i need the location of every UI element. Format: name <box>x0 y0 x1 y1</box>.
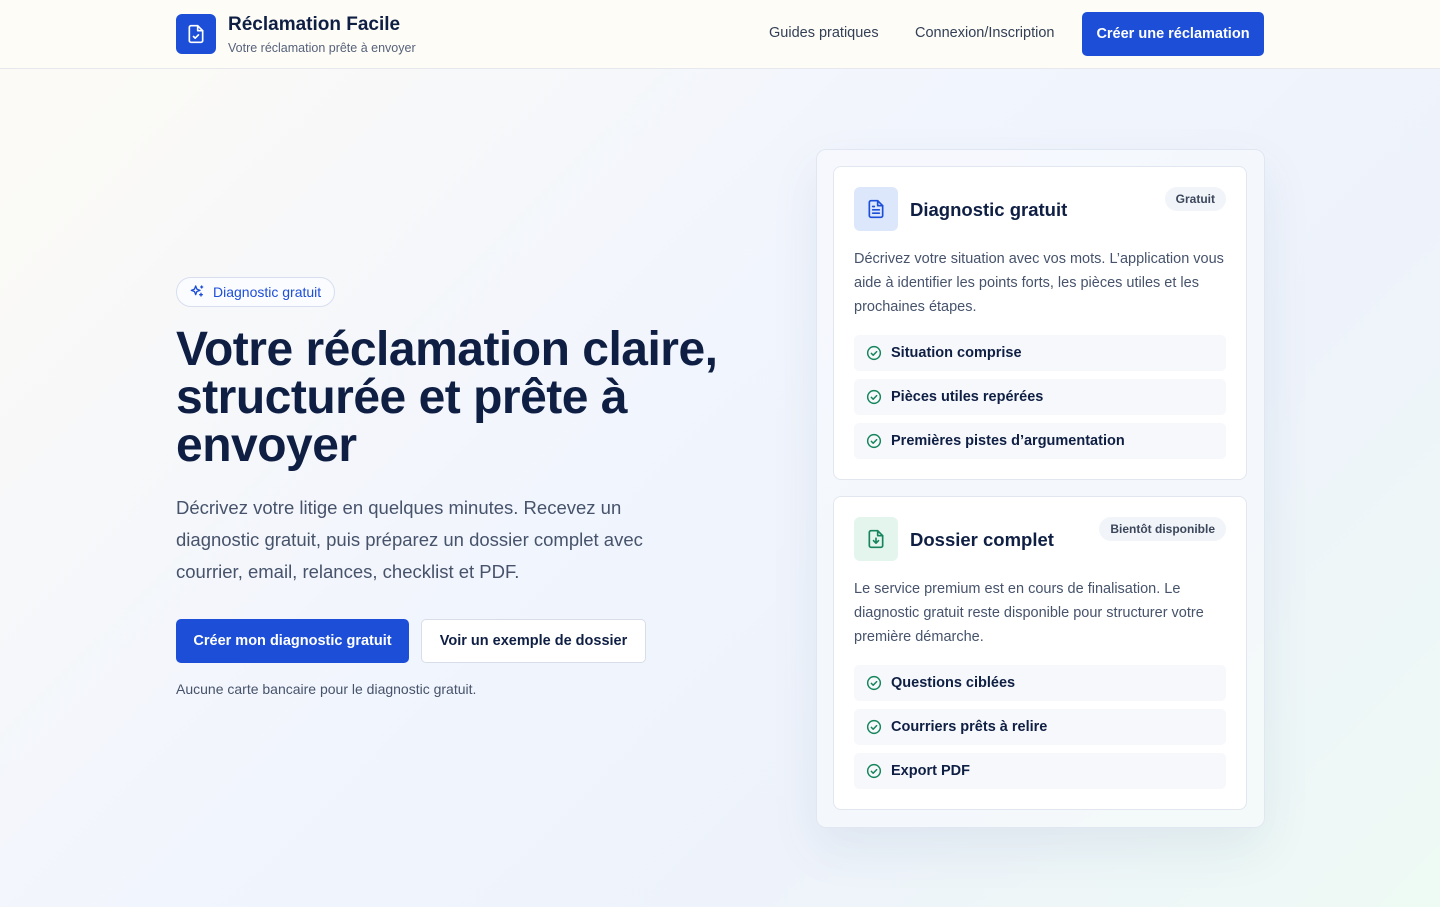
no-card-note: Aucune carte bancaire pour le diagnostic… <box>176 681 477 697</box>
card-icon-box <box>854 517 898 561</box>
list-item: Export PDF <box>854 753 1226 789</box>
check-list: Situation comprise Pièces utiles repérée… <box>854 335 1226 467</box>
hero-title: Votre réclamation claire, structurée et … <box>176 323 718 472</box>
status-badge: Bientôt disponible <box>1099 517 1226 541</box>
list-item: Premières pistes d’argumentation <box>854 423 1226 459</box>
nav-guides-link[interactable]: Guides pratiques <box>769 25 879 41</box>
card-icon-box <box>854 187 898 231</box>
create-diagnostic-button[interactable]: Créer mon diagnostic gratuit <box>176 619 409 663</box>
check-circle-icon <box>866 763 882 779</box>
list-item: Situation comprise <box>854 335 1226 371</box>
check-circle-icon <box>866 719 882 735</box>
check-circle-icon <box>866 389 882 405</box>
view-example-button[interactable]: Voir un exemple de dossier <box>421 619 646 663</box>
card-title: Dossier complet <box>910 529 1054 550</box>
status-badge: Gratuit <box>1164 187 1226 211</box>
list-item: Pièces utiles repérées <box>854 379 1226 415</box>
list-item-label: Export PDF <box>891 763 970 779</box>
brand-title[interactable]: Réclamation Facile <box>228 14 400 36</box>
hero-description: Décrivez votre litige en quelques minute… <box>176 497 643 582</box>
list-item-label: Pièces utiles repérées <box>891 389 1044 405</box>
list-item-label: Courriers prêts à relire <box>891 719 1048 735</box>
brand-subtitle: Votre réclamation prête à envoyer <box>228 41 416 55</box>
create-claim-button[interactable]: Créer une réclamation <box>1082 12 1264 56</box>
card-title: Diagnostic gratuit <box>910 199 1068 220</box>
logo[interactable] <box>176 14 216 54</box>
document-check-icon <box>188 24 204 44</box>
card-description: Le service premium est en cours de final… <box>854 581 1204 645</box>
free-diagnostic-pill: Diagnostic gratuit <box>176 277 336 307</box>
list-item-label: Premières pistes d’argumentation <box>891 433 1125 449</box>
list-item-label: Situation comprise <box>891 345 1022 361</box>
check-circle-icon <box>866 433 882 449</box>
complete-file-card: Dossier complet Bientôt disponible Le se… <box>833 496 1247 810</box>
sparkles-icon <box>190 285 204 297</box>
list-item-label: Questions ciblées <box>891 675 1016 691</box>
list-item: Questions ciblées <box>854 665 1226 701</box>
list-item: Courriers prêts à relire <box>854 709 1226 745</box>
check-circle-icon <box>866 345 882 361</box>
check-list: Questions ciblées Courriers prêts à reli… <box>854 665 1226 797</box>
file-download-icon <box>868 529 884 549</box>
top-header: Réclamation Facile Votre réclamation prê… <box>0 0 1440 69</box>
check-circle-icon <box>866 675 882 691</box>
document-icon <box>868 199 884 219</box>
diagnostic-card: Diagnostic gratuit Gratuit Décrivez votr… <box>833 166 1247 480</box>
card-description: Décrivez votre situation avec vos mots. … <box>854 251 1224 315</box>
pill-label: Diagnostic gratuit <box>213 284 322 300</box>
nav-login-link[interactable]: Connexion/Inscription <box>915 25 1054 41</box>
